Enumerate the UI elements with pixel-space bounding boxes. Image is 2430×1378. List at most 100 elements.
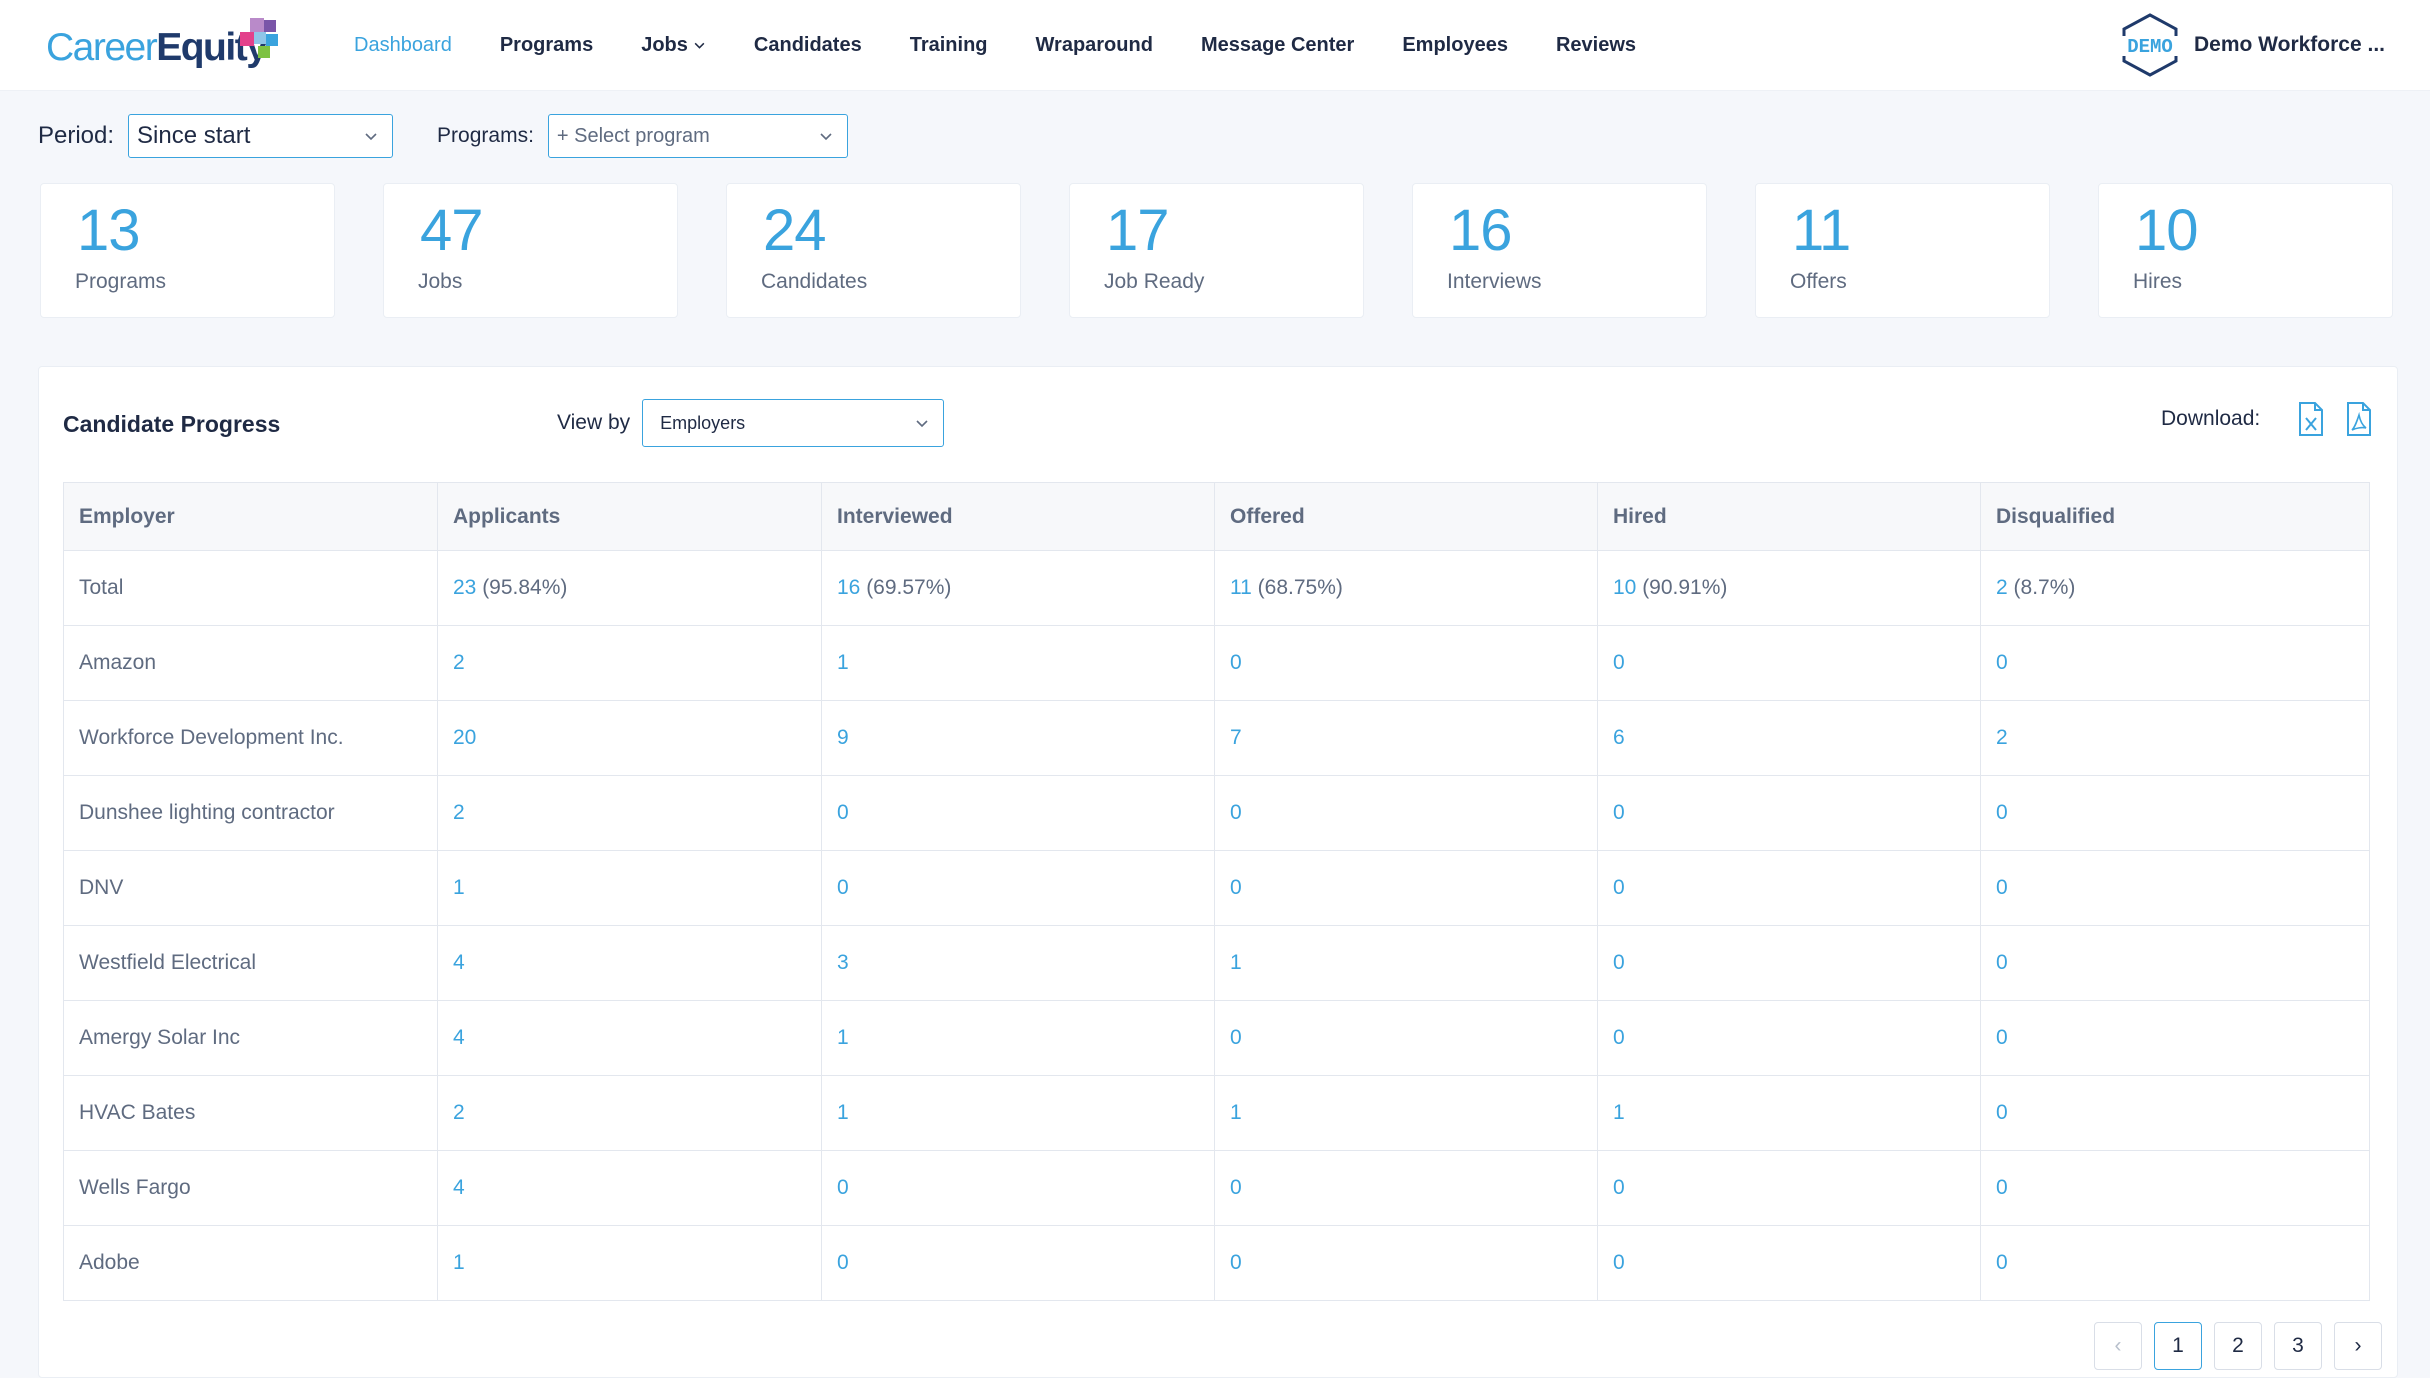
count-link[interactable]: 0 [1996,951,2008,974]
count-link[interactable]: 0 [1613,651,1625,674]
next-page-button[interactable]: › [2334,1322,2382,1370]
count-link[interactable]: 1 [837,1101,849,1124]
nav-employees[interactable]: Employees [1378,34,1532,57]
disqualified-cell: 0 [1980,625,2370,701]
count-link[interactable]: 0 [1996,1176,2008,1199]
programs-select[interactable]: + Select program [547,114,848,158]
count-link[interactable]: 0 [1996,876,2008,899]
user-menu[interactable]: DEMO Demo Workforce ... [2118,12,2385,78]
count-link[interactable]: 2 [453,1101,465,1124]
count-link[interactable]: 0 [1613,1251,1625,1274]
stat-card-job-ready[interactable]: 17 Job Ready [1069,183,1364,318]
offered-cell: 1 [1214,925,1598,1001]
nav-jobs[interactable]: Jobs [617,34,730,57]
count-link[interactable]: 0 [1230,876,1242,899]
employer-cell: Wells Fargo [63,1150,438,1226]
chevron-down-icon [820,133,832,141]
count-link[interactable]: 1 [453,876,465,899]
count-link[interactable]: 0 [1996,651,2008,674]
count-link[interactable]: 2 [453,651,465,674]
excel-file-icon[interactable] [2296,401,2326,437]
count-link[interactable]: 1 [1613,1101,1625,1124]
count-link[interactable]: 4 [453,1026,465,1049]
nav-programs[interactable]: Programs [476,34,617,57]
column-header-employer[interactable]: Employer [63,482,438,551]
percentage-text: (68.75%) [1251,576,1343,599]
period-select[interactable]: Since start [128,114,394,158]
count-link[interactable]: 1 [1230,951,1242,974]
count-link[interactable]: 6 [1613,726,1625,749]
view-by-select[interactable]: Employers [642,399,945,447]
count-link[interactable]: 9 [837,726,849,749]
count-link[interactable]: 0 [1230,651,1242,674]
nav-reviews[interactable]: Reviews [1532,34,1660,57]
stat-card-hires[interactable]: 10 Hires [2098,183,2393,318]
count-link[interactable]: 0 [1613,876,1625,899]
count-link[interactable]: 0 [1613,801,1625,824]
column-header-disqualified[interactable]: Disqualified [1980,482,2370,551]
count-link[interactable]: 0 [837,1251,849,1274]
column-header-hired[interactable]: Hired [1597,482,1981,551]
count-link[interactable]: 2 [1996,726,2008,749]
count-link[interactable]: 0 [1613,1176,1625,1199]
count-link[interactable]: 3 [837,951,849,974]
count-link[interactable]: 0 [1230,801,1242,824]
count-link[interactable]: 4 [453,951,465,974]
count-link[interactable]: 0 [837,801,849,824]
nav-candidates[interactable]: Candidates [730,34,886,57]
page-button-3[interactable]: 3 [2274,1322,2322,1370]
count-link[interactable]: 16 [837,576,860,599]
count-link[interactable]: 23 [453,576,476,599]
count-link[interactable]: 0 [1996,1251,2008,1274]
nav-message-center[interactable]: Message Center [1177,34,1378,57]
main-nav: Dashboard Programs Jobs Candidates Train… [330,0,1660,90]
nav-dashboard[interactable]: Dashboard [330,34,476,57]
nav-training[interactable]: Training [886,34,1012,57]
offered-cell: 0 [1214,775,1598,851]
count-link[interactable]: 1 [837,1026,849,1049]
period-label: Period: [38,122,115,149]
count-link[interactable]: 11 [1230,576,1252,599]
stat-card-programs[interactable]: 13 Programs [40,183,335,318]
count-link[interactable]: 2 [1996,576,2008,599]
page-button-2[interactable]: 2 [2214,1322,2262,1370]
count-link[interactable]: 0 [1230,1176,1242,1199]
count-link[interactable]: 7 [1230,726,1242,749]
disqualified-cell: 0 [1980,775,2370,851]
stat-value: 16 [1449,198,1513,263]
count-link[interactable]: 0 [1996,1101,2008,1124]
stat-card-candidates[interactable]: 24 Candidates [726,183,1021,318]
applicants-cell: 2 [437,625,822,701]
count-link[interactable]: 1 [453,1251,465,1274]
count-link[interactable]: 2 [453,801,465,824]
count-link[interactable]: 0 [1613,1026,1625,1049]
count-link[interactable]: 0 [1613,951,1625,974]
pdf-file-icon[interactable] [2344,401,2374,437]
prev-page-button[interactable]: ‹ [2094,1322,2142,1370]
count-link[interactable]: 0 [837,1176,849,1199]
stat-card-interviews[interactable]: 16 Interviews [1412,183,1707,318]
column-header-offered[interactable]: Offered [1214,482,1598,551]
page-button-1[interactable]: 1 [2154,1322,2202,1370]
column-header-interviewed[interactable]: Interviewed [821,482,1215,551]
stat-value: 17 [1106,198,1170,263]
stat-card-jobs[interactable]: 47 Jobs [383,183,678,318]
count-link[interactable]: 0 [837,876,849,899]
count-link[interactable]: 0 [1996,1026,2008,1049]
disqualified-cell: 0 [1980,1150,2370,1226]
column-header-applicants[interactable]: Applicants [437,482,822,551]
stat-card-offers[interactable]: 11 Offers [1755,183,2050,318]
count-link[interactable]: 0 [1230,1026,1242,1049]
count-link[interactable]: 0 [1230,1251,1242,1274]
percentage-text: (69.57%) [860,576,952,599]
chevron-down-icon [916,420,928,428]
interviewed-cell: 1 [821,1075,1215,1151]
count-link[interactable]: 10 [1613,576,1636,599]
nav-dashboard-label: Dashboard [354,33,452,56]
count-link[interactable]: 20 [453,726,476,749]
nav-wraparound[interactable]: Wraparound [1012,34,1177,57]
count-link[interactable]: 4 [453,1176,465,1199]
count-link[interactable]: 0 [1996,801,2008,824]
count-link[interactable]: 1 [1230,1101,1242,1124]
count-link[interactable]: 1 [837,651,849,674]
